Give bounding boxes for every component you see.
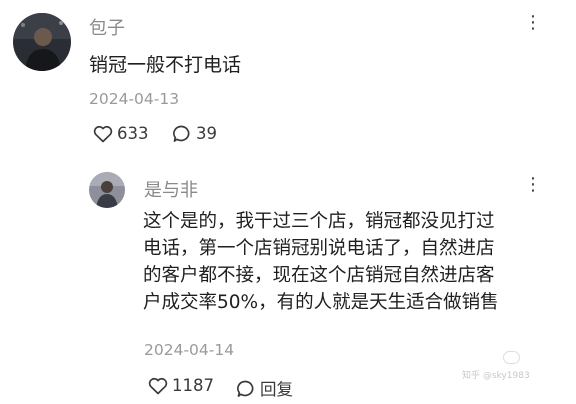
reply-text: 这个是的，我干过三个店，销冠都没见打过 电话，第一个店销冠别说电话了，自然进店 … bbox=[143, 208, 499, 316]
more-icon[interactable]: ⋮ bbox=[524, 12, 544, 33]
comment-reply-button[interactable]: 39 bbox=[172, 124, 217, 143]
comment-icon bbox=[172, 124, 192, 143]
like-count: 633 bbox=[117, 124, 149, 143]
watermark-text: 知乎 @sky1983 bbox=[462, 371, 530, 381]
heart-icon bbox=[93, 125, 113, 143]
like-button[interactable]: 633 bbox=[93, 124, 149, 143]
reply-date: 2024-04-14 bbox=[144, 341, 235, 359]
comment-text: 销冠一般不打电话 bbox=[89, 54, 242, 76]
reply-text-line: 这个是的，我干过三个店，销冠都没见打过 bbox=[143, 211, 495, 232]
reply-text-line: 户成交率50%，有的人就是天生适合做销售 bbox=[143, 292, 499, 313]
reply-like-button[interactable]: 1187 bbox=[148, 376, 214, 395]
reply-count: 39 bbox=[196, 124, 217, 143]
reply-label: 回复 bbox=[260, 380, 293, 399]
reply-more-icon[interactable]: ⋮ bbox=[524, 174, 544, 195]
comment-date: 2024-04-13 bbox=[89, 90, 180, 108]
replier-username[interactable]: 是与非 bbox=[144, 176, 198, 202]
reply-button[interactable]: 回复 bbox=[236, 376, 293, 400]
watermark-logo bbox=[503, 351, 520, 364]
replier-avatar[interactable] bbox=[89, 172, 125, 208]
heart-icon bbox=[148, 377, 168, 395]
commenter-avatar[interactable] bbox=[13, 13, 71, 71]
commenter-username[interactable]: 包子 bbox=[89, 14, 125, 40]
reply-text-line: 的客户都不接，现在这个店销冠自然进店客 bbox=[143, 265, 495, 286]
reply-text-line: 电话，第一个店销冠别说电话了，自然进店 bbox=[143, 238, 495, 259]
comment-icon bbox=[236, 379, 256, 398]
reply-like-count: 1187 bbox=[172, 376, 214, 395]
